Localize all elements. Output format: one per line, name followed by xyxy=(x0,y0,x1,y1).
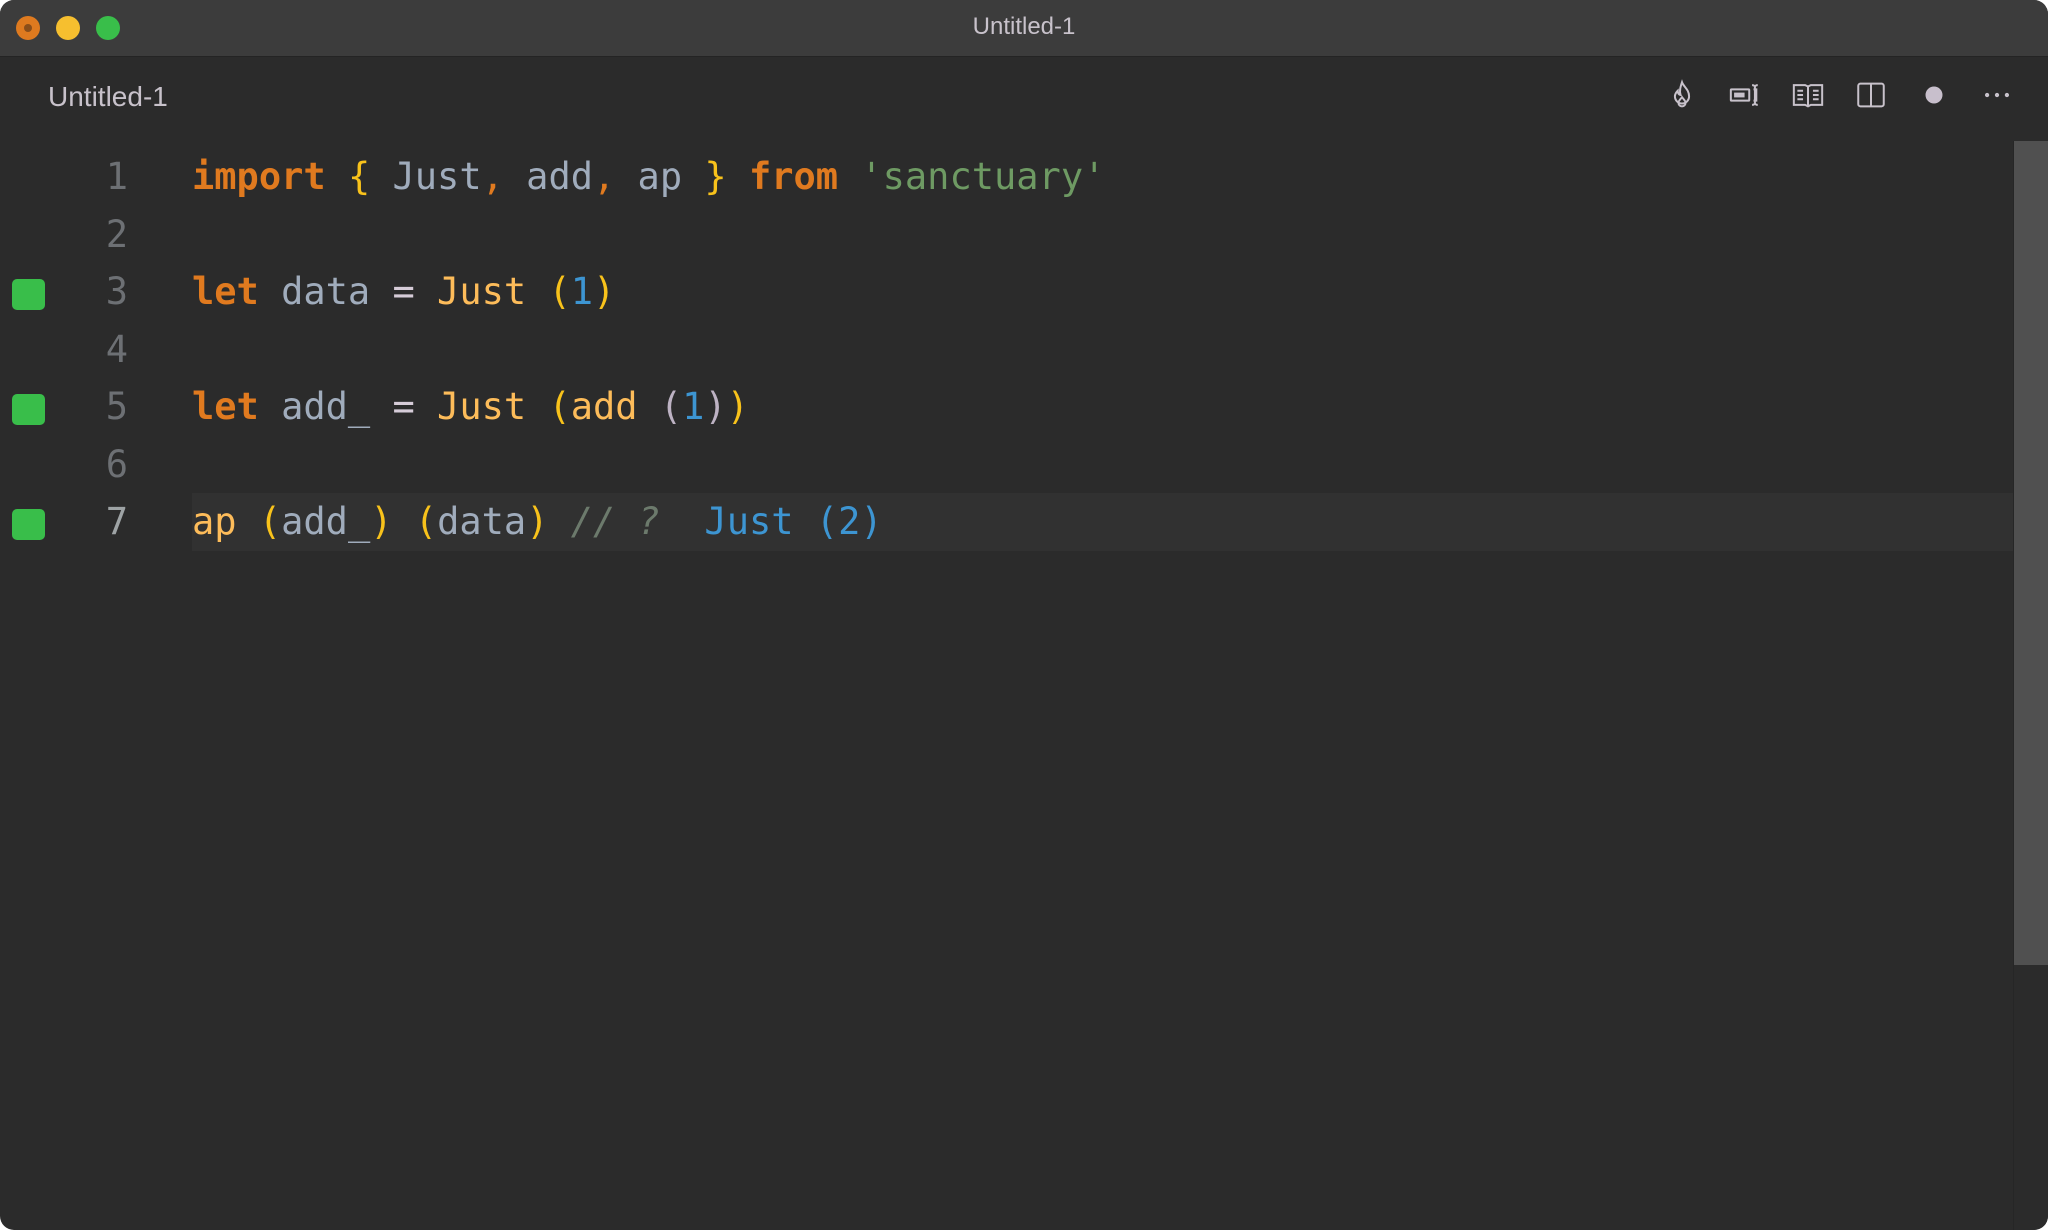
line-number: 4 xyxy=(105,327,128,371)
code-line[interactable]: 1 import { Just, add, ap } from 'sanctuar… xyxy=(0,148,2014,206)
code-token: let xyxy=(192,270,259,313)
code-token: , xyxy=(593,155,616,198)
tab-bar: Untitled-1 xyxy=(0,57,2048,141)
line-number: 2 xyxy=(105,212,128,256)
more-icon xyxy=(1984,92,2010,98)
code-token: , xyxy=(481,155,504,198)
window-title: Untitled-1 xyxy=(972,13,1076,40)
line-code: let data = Just (1) xyxy=(192,263,615,321)
line-code: import { Just, add, ap } from 'sanctuary… xyxy=(192,148,1105,206)
line-gutter: 2 xyxy=(0,206,192,264)
code-token: data xyxy=(437,500,527,543)
line-number: 7 xyxy=(105,500,128,543)
code-line[interactable]: 6 xyxy=(0,436,2014,494)
inline-result: Just (2) xyxy=(704,500,883,543)
text-cursor-icon xyxy=(1729,84,1758,106)
unsaved-dot-icon xyxy=(1925,86,1943,104)
code-token: add xyxy=(503,155,593,198)
tab-untitled-1[interactable]: Untitled-1 xyxy=(48,81,168,113)
code-line[interactable]: 5 let add_ = Just (add (1)) xyxy=(0,378,2014,436)
code-token: ) xyxy=(370,500,393,543)
code-token: Just xyxy=(437,385,527,428)
code-line[interactable]: 4 xyxy=(0,321,2014,379)
toggle-value-button[interactable] xyxy=(1725,75,1765,115)
more-actions-button[interactable] xyxy=(1977,75,2017,115)
inline-comment: // ? xyxy=(570,500,660,543)
quokka-button[interactable] xyxy=(1662,75,1702,115)
code-token: ) xyxy=(593,270,616,313)
code-token: add_ xyxy=(258,385,393,428)
code-token: ) xyxy=(726,385,749,428)
title-bar: Untitled-1 xyxy=(0,0,2048,57)
code-token: ) xyxy=(704,385,727,428)
flame-icon xyxy=(1673,79,1691,108)
code-line-current[interactable]: 7 ap (add_) (data) // ? Just (2) xyxy=(12,493,2014,551)
coverage-marker-icon xyxy=(12,394,45,425)
code-token: add xyxy=(570,385,638,428)
unsaved-indicator[interactable] xyxy=(1914,75,1954,115)
code-token: data xyxy=(258,270,393,313)
code-token: ( xyxy=(659,385,683,428)
code-token: = xyxy=(392,385,415,428)
code-token: Just xyxy=(437,270,527,313)
code-token: add_ xyxy=(281,500,371,543)
line-number: 3 xyxy=(105,270,128,313)
code-token: import xyxy=(192,155,326,198)
code-token: ( xyxy=(258,500,282,543)
editor-window: Untitled-1 Untitled-1 1 import { Just, a… xyxy=(0,0,2048,1230)
code-token: ( xyxy=(414,500,438,543)
line-code: let add_ = Just (add (1)) xyxy=(192,378,749,436)
split-editor-button[interactable] xyxy=(1851,75,1891,115)
code-token: ) xyxy=(526,500,549,543)
code-line[interactable]: 2 xyxy=(0,206,2014,264)
code-token: ( xyxy=(548,270,571,313)
code-token: 1 xyxy=(682,385,705,428)
vertical-scrollbar-thumb[interactable] xyxy=(2014,141,2048,965)
code-token: from xyxy=(748,155,839,198)
code-editor[interactable]: 1 import { Just, add, ap } from 'sanctuar… xyxy=(0,141,2014,1230)
code-token: let xyxy=(192,385,259,428)
coverage-marker-icon xyxy=(12,279,45,310)
line-number: 1 xyxy=(105,155,128,198)
code-token: ap xyxy=(192,500,237,543)
code-token: } xyxy=(704,155,727,198)
code-token: ( xyxy=(548,385,571,428)
line-number: 5 xyxy=(105,385,128,428)
code-token: = xyxy=(392,270,415,313)
line-gutter: 5 xyxy=(0,378,192,436)
code-token: ap xyxy=(615,155,705,198)
code-token: 1 xyxy=(570,270,593,313)
coverage-marker-icon xyxy=(12,509,45,540)
open-preview-button[interactable] xyxy=(1788,75,1828,115)
line-gutter: 6 xyxy=(0,436,192,494)
line-number: 6 xyxy=(105,442,128,486)
line-code: ap (add_) (data) // ? Just (2) xyxy=(192,493,883,551)
split-editor-icon xyxy=(1857,82,1885,108)
open-book-icon xyxy=(1792,84,1824,108)
line-gutter: 1 xyxy=(0,148,192,206)
code-line[interactable]: 3 let data = Just (1) xyxy=(0,263,2014,321)
line-gutter: 4 xyxy=(0,321,192,379)
line-gutter: 3 xyxy=(0,263,192,321)
line-gutter: 7 xyxy=(0,493,192,551)
code-token: { xyxy=(347,155,371,198)
code-token: 'sanctuary' xyxy=(860,155,1106,198)
code-token: Just xyxy=(370,155,482,198)
